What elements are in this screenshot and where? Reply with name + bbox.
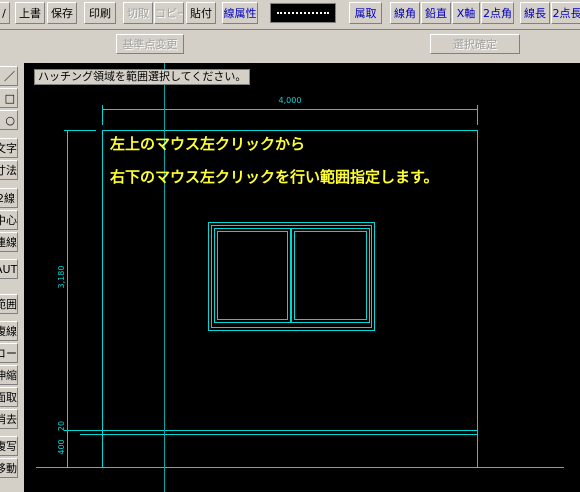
palette-circle[interactable]: ○ (0, 110, 18, 130)
instruction-line-2: 右下のマウス左クリックを行い範囲指定します。 (110, 168, 439, 186)
palette-rectangle[interactable]: □ (0, 88, 18, 108)
palette-center-line[interactable]: 中心線 (0, 210, 18, 230)
palette-continuous-line[interactable]: 連線 (0, 232, 18, 252)
save-button[interactable]: 保存 (47, 2, 77, 24)
control-bar: 基準点変更 選択確定 (0, 30, 580, 60)
paste-button[interactable]: 貼付 (186, 2, 216, 24)
print-button[interactable]: 印刷 (84, 2, 116, 24)
overwrite-button[interactable]: 上書 (15, 2, 45, 24)
tool-palette: ／ □ ○ 文字 寸法 2線 中心線 連線 AUTO 範囲 複線 コーナー 伸縮… (0, 60, 20, 492)
line-angle-button[interactable]: 線角 (390, 2, 420, 24)
palette-line[interactable]: ／ (0, 66, 18, 86)
vertical-button[interactable]: 鉛直 (421, 2, 451, 24)
height-dimension-text: 3,180 (57, 266, 66, 289)
instruction-line-1: 左上のマウス左クリックから (110, 135, 306, 153)
palette-erase[interactable]: 消去 (0, 409, 18, 429)
palette-copy[interactable]: 複写 (0, 436, 18, 456)
palette-double-line[interactable]: 2線 (0, 188, 18, 208)
palette-text[interactable]: 文字 (0, 138, 18, 158)
small-dimension-bottom-text: 400 (57, 439, 66, 454)
main-toolbar: / 上書 保存 印刷 切取 コピー 貼付 線属性 属取 線角 鉛直 X軸 2点角… (0, 0, 580, 30)
line-type-selector[interactable] (270, 3, 336, 23)
palette-dimension[interactable]: 寸法 (0, 160, 18, 180)
drawing-svg: 4,000 3,180 20 400 (36, 63, 564, 492)
palette-range[interactable]: 範囲 (0, 294, 18, 314)
toolbar-button-partial[interactable]: / (0, 2, 10, 24)
window-sash-right (291, 228, 370, 323)
x-axis-button[interactable]: X軸 (452, 2, 480, 24)
palette-chamfer[interactable]: 面取 (0, 387, 18, 407)
palette-corner[interactable]: コーナー (0, 343, 18, 363)
cut-button[interactable]: 切取 (123, 2, 153, 24)
small-dimension-top-text: 20 (57, 421, 66, 431)
status-hint: ハッチング領域を範囲選択してください。 (34, 69, 251, 85)
window-sash-left (214, 228, 291, 323)
line-length-button[interactable]: 線長 (520, 2, 550, 24)
palette-stretch[interactable]: 伸縮 (0, 365, 18, 385)
width-dimension-text: 4,000 (279, 96, 302, 105)
palette-offset-line[interactable]: 複線 (0, 321, 18, 341)
drawing-canvas[interactable]: 4,000 3,180 20 400 ハッチング領域を範囲選択してください。 左… (24, 63, 580, 492)
palette-move[interactable]: 移動 (0, 458, 18, 478)
two-point-length-button[interactable]: 2点長 (551, 2, 580, 24)
change-base-point-button[interactable]: 基準点変更 (116, 34, 184, 54)
line-attribute-button[interactable]: 線属性 (222, 2, 258, 24)
copy-button[interactable]: コピー (154, 2, 184, 24)
confirm-selection-button[interactable]: 選択確定 (430, 34, 520, 54)
two-point-angle-button[interactable]: 2点角 (481, 2, 514, 24)
line-type-preview (277, 12, 329, 14)
palette-auto[interactable]: AUTO (0, 259, 18, 279)
attribute-pick-button[interactable]: 属取 (349, 2, 382, 24)
